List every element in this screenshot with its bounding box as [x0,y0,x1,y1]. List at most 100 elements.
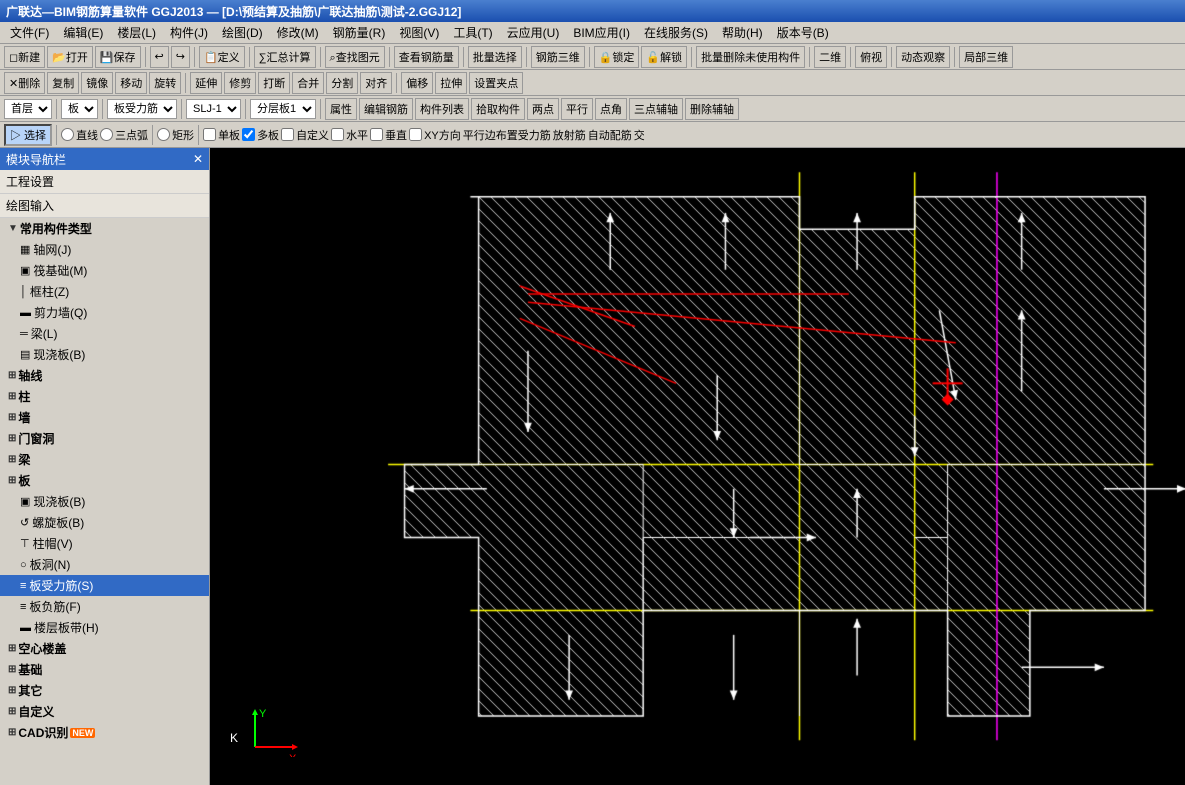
toolbar-edit-btn[interactable]: 镜像 [81,72,113,94]
common-type-item[interactable]: ▤现浇板(B) [0,344,209,365]
common-type-item[interactable]: ▦轴网(J) [0,239,209,260]
sidebar-section-engineering[interactable]: 工程设置 [0,170,209,194]
menu-item-H[interactable]: 帮助(H) [716,22,769,43]
sidebar-section-drawing[interactable]: 绘图输入 [0,194,209,218]
toolbar-edit-btn[interactable]: 设置夹点 [469,72,523,94]
slab-type-select[interactable]: SLJ-1 [186,99,241,119]
toolbar-edit-btn[interactable]: 复制 [47,72,79,94]
draw-option-0[interactable]: 直线 [61,127,98,143]
placement-option-8[interactable]: 自动配筋 [588,127,632,143]
toolbar3-btn[interactable]: 拾取构件 [471,98,525,120]
toolbar-edit-btn[interactable]: 打断 [258,72,290,94]
toolbar-btn[interactable]: ↪ [171,46,190,68]
tree-item-板洞N[interactable]: ○板洞(N) [0,554,209,575]
tree-group-梁[interactable]: ⊞梁 [0,449,209,470]
tree-group-墙[interactable]: ⊞墙 [0,407,209,428]
menu-item-BIMI[interactable]: BIM应用(I) [567,22,636,43]
toolbar-edit-btn[interactable]: 分割 [326,72,358,94]
toolbar-btn[interactable]: 📋定义 [199,46,245,68]
tree-item-板受力筋S[interactable]: ≡板受力筋(S) [0,575,209,596]
placement-option-7[interactable]: 放射筋 [553,127,586,143]
toolbar-btn[interactable]: 💾保存 [95,46,141,68]
shape-option-0[interactable]: 矩形 [157,127,194,143]
toolbar-btn[interactable]: 俯视 [855,46,887,68]
tree-group-轴线[interactable]: ⊞轴线 [0,365,209,386]
toolbar-edit-btn[interactable]: 延伸 [190,72,222,94]
toolbar-btn[interactable]: 🔒锁定 [594,46,640,68]
toolbar-btn[interactable]: 批量删除未使用构件 [696,46,805,68]
toolbar-edit-btn[interactable]: 对齐 [360,72,392,94]
tree-item-板负筋F[interactable]: ≡板负筋(F) [0,596,209,617]
tree-group-基础[interactable]: ⊞基础 [0,659,209,680]
toolbar3-btn[interactable]: 编辑钢筋 [359,98,413,120]
toolbar-btn[interactable]: ↩ [150,46,169,68]
rebar-type-select[interactable]: 板受力筋 [107,99,177,119]
menu-item-J[interactable]: 构件(J) [164,22,214,43]
tree-group-板[interactable]: ⊞板 [0,470,209,491]
tree-item-柱帽V[interactable]: ⊤柱帽(V) [0,533,209,554]
toolbar3-btn[interactable]: 平行 [561,98,593,120]
toolbar-edit-btn[interactable]: 偏移 [401,72,433,94]
toolbar-btn[interactable]: ∑汇总计算 [254,46,316,68]
toolbar-edit-btn[interactable]: 合并 [292,72,324,94]
menu-item-E[interactable]: 编辑(E) [57,22,109,43]
tree-item-现浇板B[interactable]: ▣现浇板(B) [0,491,209,512]
menu-item-V[interactable]: 视图(V) [393,22,445,43]
toolbar-btn[interactable]: 批量选择 [468,46,522,68]
menu-item-B[interactable]: 版本号(B) [771,22,835,43]
common-type-item[interactable]: ▬剪力墙(Q) [0,302,209,323]
toolbar-btn[interactable]: 二维 [814,46,846,68]
component-type-select[interactable]: 板 [61,99,98,119]
toolbar3-btn[interactable]: 删除辅轴 [685,98,739,120]
placement-option-6[interactable]: 平行边布置受力筋 [463,127,551,143]
tree-group-其它[interactable]: ⊞其它 [0,680,209,701]
placement-option-5[interactable]: XY方向 [409,127,461,143]
placement-option-4[interactable]: 垂直 [370,127,407,143]
toolbar-btn[interactable]: 动态观察 [896,46,950,68]
toolbar-edit-btn[interactable]: 拉伸 [435,72,467,94]
menu-item-M[interactable]: 修改(M) [271,22,325,43]
menu-item-L[interactable]: 楼层(L) [111,22,162,43]
placement-option-3[interactable]: 水平 [331,127,368,143]
toolbar-edit-btn[interactable]: 旋转 [149,72,181,94]
floor-select[interactable]: 首层 [4,99,52,119]
placement-option-2[interactable]: 自定义 [281,127,329,143]
toolbar3-btn[interactable]: 三点辅轴 [629,98,683,120]
menu-item-S[interactable]: 在线服务(S) [638,22,714,43]
toolbar-btn[interactable]: ⌕查找图元 [325,46,385,68]
tree-item-螺旋板B[interactable]: ↺螺旋板(B) [0,512,209,533]
toolbar-btn[interactable]: 查看钢筋量 [394,46,459,68]
toolbar3-btn[interactable]: 属性 [325,98,357,120]
tree-group-门窗洞[interactable]: ⊞门窗洞 [0,428,209,449]
toolbar-edit-btn[interactable]: ✕删除 [4,72,45,94]
toolbar-btn[interactable]: 📂打开 [47,46,93,68]
tree-item-楼层板带H[interactable]: ▬楼层板带(H) [0,617,209,638]
select-tool-button[interactable]: ▷ 选择 [4,124,52,146]
menu-item-R[interactable]: 钢筋量(R) [327,22,392,43]
placement-option-0[interactable]: 单板 [203,127,240,143]
layer-select[interactable]: 分层板1 [250,99,316,119]
toolbar3-btn[interactable]: 点角 [595,98,627,120]
tree-group-柱[interactable]: ⊞柱 [0,386,209,407]
toolbar3-btn[interactable]: 两点 [527,98,559,120]
common-type-item[interactable]: ▣筏基础(M) [0,260,209,281]
toolbar-edit-btn[interactable]: 修剪 [224,72,256,94]
toolbar-btn[interactable]: 🔓解锁 [641,46,687,68]
toolbar-btn[interactable]: 钢筋三维 [531,46,585,68]
draw-option-1[interactable]: 三点弧 [100,127,148,143]
menu-item-F[interactable]: 文件(F) [4,22,55,43]
common-type-item[interactable]: ═梁(L) [0,323,209,344]
tree-group-CAD识别[interactable]: ⊞CAD识别 NEW [0,722,209,743]
menu-item-U[interactable]: 云应用(U) [501,22,566,43]
menu-item-T[interactable]: 工具(T) [447,22,498,43]
placement-option-9[interactable]: 交 [634,127,645,143]
toolbar-edit-btn[interactable]: 移动 [115,72,147,94]
tree-group-自定义[interactable]: ⊞自定义 [0,701,209,722]
toolbar-btn[interactable]: ◻新建 [4,46,45,68]
toolbar3-btn[interactable]: 构件列表 [415,98,469,120]
sidebar-close-icon[interactable]: ✕ [193,152,203,166]
menu-item-D[interactable]: 绘图(D) [216,22,269,43]
tree-group-空心楼盖[interactable]: ⊞空心楼盖 [0,638,209,659]
placement-option-1[interactable]: 多板 [242,127,279,143]
toolbar-btn[interactable]: 局部三维 [959,46,1013,68]
